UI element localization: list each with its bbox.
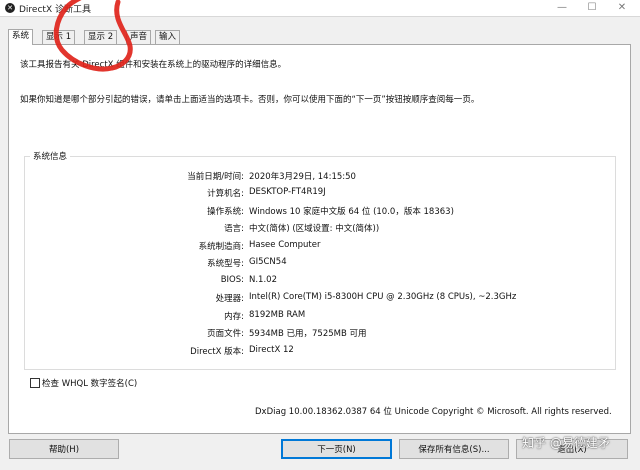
window-title: DirectX 诊断工具 (19, 5, 91, 15)
info-row-language: 语言: 中文(简体) (区域设置: 中文(简体)) (0, 222, 640, 234)
info-value: 5934MB 已用，7525MB 可用 (249, 329, 367, 339)
info-row-memory: 内存: 8192MB RAM (0, 310, 640, 322)
info-row-directx-version: DirectX 版本: DirectX 12 (0, 345, 640, 357)
directx-app-icon: ✕ (5, 3, 15, 13)
info-row-model: 系统型号: GI5CN54 (0, 257, 640, 269)
close-button[interactable]: ✕ (608, 0, 636, 16)
tab-system[interactable]: 系统 (8, 29, 34, 45)
info-value: Windows 10 家庭中文版 64 位 (10.0，版本 18363) (249, 207, 454, 217)
info-value: DirectX 12 (249, 345, 294, 355)
intro-text-2: 如果你知道是哪个部分引起的错误，请单击上面适当的选项卡。否则，你可以使用下面的“… (20, 95, 480, 105)
whql-checkbox[interactable] (30, 378, 40, 388)
maximize-button[interactable]: ☐ (578, 0, 606, 16)
info-row-page-file: 页面文件: 5934MB 已用，7525MB 可用 (0, 327, 640, 339)
tab-display-2[interactable]: 显示 2 (84, 30, 118, 44)
intro-text-1: 该工具报告有关 DirectX 组件和安装在系统上的驱动程序的详细信息。 (20, 60, 287, 70)
save-all-info-button[interactable]: 保存所有信息(S)... (399, 439, 509, 459)
version-copyright-text: DxDiag 10.00.18362.0387 64 位 Unicode Cop… (255, 407, 612, 417)
help-button[interactable]: 帮助(H) (9, 439, 119, 459)
info-label: 系统制造商: (198, 242, 244, 252)
info-row-datetime: 当前日期/时间: 2020年3月29日, 14:15:50 (0, 170, 640, 182)
info-value: DESKTOP-FT4R19J (249, 187, 326, 197)
info-row-computer-name: 计算机名: DESKTOP-FT4R19J (0, 187, 640, 199)
info-value: 8192MB RAM (249, 310, 306, 320)
info-row-bios: BIOS: N.1.02 (0, 275, 640, 287)
tab-input[interactable]: 输入 (155, 30, 181, 44)
info-label: 内存: (224, 312, 244, 322)
tab-sound[interactable]: 声音 (126, 30, 152, 44)
info-row-os: 操作系统: Windows 10 家庭中文版 64 位 (10.0，版本 183… (0, 205, 640, 217)
minimize-button[interactable]: — (548, 0, 576, 16)
whql-checkbox-label[interactable]: 检查 WHQL 数字签名(C) (42, 377, 137, 389)
system-info-title: 系统信息 (30, 150, 71, 162)
info-label: 系统型号: (207, 259, 244, 269)
tab-display-1[interactable]: 显示 1 (42, 30, 76, 44)
info-value: 2020年3月29日, 14:15:50 (249, 172, 356, 182)
info-label: 页面文件: (207, 329, 244, 339)
info-label: 当前日期/时间: (187, 172, 244, 182)
info-row-manufacturer: 系统制造商: Hasee Computer (0, 240, 640, 252)
info-value: Intel(R) Core(TM) i5-8300H CPU @ 2.30GHz… (249, 292, 517, 302)
info-label: 操作系统: (207, 207, 244, 217)
info-value: N.1.02 (249, 275, 277, 285)
info-value: GI5CN54 (249, 257, 287, 267)
info-label: BIOS: (220, 275, 244, 285)
info-label: 语言: (224, 224, 244, 234)
next-page-button[interactable]: 下一页(N) (281, 439, 392, 459)
info-label: DirectX 版本: (190, 347, 244, 357)
info-value: Hasee Computer (249, 240, 321, 250)
zhihu-watermark: 知乎 @易德建矛 (522, 436, 610, 450)
info-label: 计算机名: (207, 189, 244, 199)
title-bar: ✕ DirectX 诊断工具 — ☐ ✕ (0, 0, 640, 17)
info-label: 处理器: (215, 294, 244, 304)
info-row-processor: 处理器: Intel(R) Core(TM) i5-8300H CPU @ 2.… (0, 292, 640, 304)
info-value: 中文(简体) (区域设置: 中文(简体)) (249, 224, 380, 234)
